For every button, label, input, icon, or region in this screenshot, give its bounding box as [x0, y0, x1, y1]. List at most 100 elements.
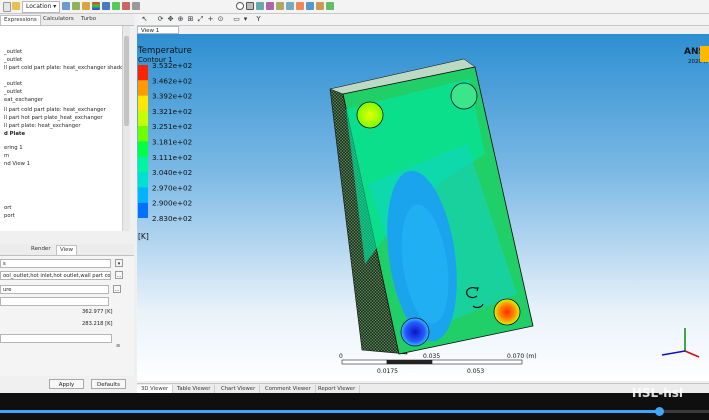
watermark: HSL-hsl	[631, 386, 683, 400]
video-scrubber-knob[interactable]	[655, 407, 665, 416]
open-icon[interactable]	[12, 2, 20, 10]
location-button[interactable]: Location ▾	[22, 1, 61, 13]
streamline-icon[interactable]	[112, 2, 120, 10]
tab-3d-viewer[interactable]: 3D Viewer	[137, 385, 174, 393]
contour-icon[interactable]	[92, 2, 100, 10]
tree-item[interactable]: _outlet	[4, 56, 22, 64]
viewport-canvas: Temperature Contour 1 3.532e+023.462e+02…	[137, 46, 709, 375]
rotate-icon[interactable]: ⟳	[157, 16, 164, 23]
locations-field[interactable]: ool_outlet,hot inlet,hot outlet,wall par…	[0, 271, 111, 280]
tab-report-viewer[interactable]: Report Viewer	[314, 385, 361, 393]
port-top-right	[450, 82, 478, 110]
select-icon[interactable]: ↖	[141, 16, 148, 23]
tree-scrollbar[interactable]	[122, 26, 130, 231]
legend-color-band	[138, 80, 148, 96]
axis-icon[interactable]: Y	[255, 16, 262, 23]
apply-button[interactable]: Apply	[49, 379, 84, 389]
vector-icon[interactable]	[102, 2, 110, 10]
video-progress-fill	[0, 410, 660, 413]
tree-item[interactable]: ll part hot part plate_heat_exchanger	[4, 114, 103, 122]
layout-icon[interactable]: ▭	[233, 16, 240, 23]
tree-item[interactable]: port	[4, 212, 15, 220]
pan-icon[interactable]: ✥	[167, 16, 174, 23]
details-tabs: Render View	[0, 244, 134, 256]
tree-item[interactable]: ort	[4, 204, 12, 212]
isosurface-icon[interactable]	[256, 2, 264, 10]
tree-item[interactable]: _outlet	[4, 48, 22, 56]
details-panel: s ▾ ool_outlet,hot inlet,hot outlet,wall…	[0, 256, 134, 376]
locations-browse-button[interactable]: …	[115, 271, 123, 279]
legend-title: Temperature	[137, 46, 192, 56]
sphere-icon[interactable]	[236, 2, 244, 10]
expression-icon[interactable]	[62, 2, 70, 10]
tab-expressions[interactable]: Expressions	[0, 15, 41, 25]
scroll-thumb[interactable]	[124, 36, 129, 126]
legend-color-band	[138, 156, 148, 173]
chart-icon[interactable]	[296, 2, 304, 10]
range-select[interactable]	[0, 297, 109, 306]
zoom-icon[interactable]: ⊕	[177, 16, 184, 23]
heat-exchanger-model	[329, 58, 534, 355]
defaults-button[interactable]: Defaults	[91, 379, 126, 389]
scale-label-0175: 0.0175	[377, 368, 398, 375]
tab-chart-viewer[interactable]: Chart Viewer	[217, 385, 261, 393]
tree-item[interactable]: _outlet	[4, 80, 22, 88]
tab-turbo[interactable]: Turbo	[78, 15, 99, 24]
3d-viewport[interactable]: Temperature Contour 1 3.532e+02 3.462e+02…	[137, 34, 709, 381]
tab-calculators[interactable]: Calculators	[40, 15, 77, 24]
legend-color-band	[138, 65, 148, 81]
tab-table-viewer[interactable]: Table Viewer	[173, 385, 216, 393]
legend-label: 3.111e+02	[152, 153, 192, 162]
video-progress-bar[interactable]	[0, 407, 709, 416]
fit-view-icon[interactable]: ⤢	[197, 16, 204, 23]
layout-dropdown-icon[interactable]: ▾	[242, 16, 249, 23]
legend-icon[interactable]	[122, 2, 130, 10]
tree-item[interactable]: nd View 1	[4, 160, 30, 168]
domain-select[interactable]: s	[0, 259, 111, 268]
report-icon[interactable]	[316, 2, 324, 10]
scale-label-070: 0.070 (m)	[507, 353, 537, 360]
tab-render[interactable]: Render	[28, 245, 54, 254]
tree-item[interactable]: ll part plate: heat_exchanger	[4, 122, 81, 130]
legend-label: 3.532e+02	[152, 61, 192, 70]
comment-icon[interactable]	[306, 2, 314, 10]
calculator-icon[interactable]	[72, 2, 80, 10]
polyline-icon[interactable]	[266, 2, 274, 10]
camera-icon[interactable]: ⊙	[217, 16, 224, 23]
scale-label-035: 0.035	[423, 353, 440, 360]
scale-bar-segment-3	[431, 359, 523, 365]
tree-item[interactable]: _outlet	[4, 88, 22, 96]
legend-label: 3.321e+02	[152, 107, 192, 116]
legend-label: 2.900e+02	[152, 199, 192, 208]
tree-item[interactable]: ering 1	[4, 144, 23, 152]
viewport-tab[interactable]: View 1	[137, 26, 179, 34]
zoom-in-icon[interactable]: +	[207, 16, 214, 23]
tree-item-selected[interactable]: d Plate	[4, 130, 25, 138]
text-icon[interactable]	[132, 2, 140, 10]
scale-bar: 0 0.035 0.070 (m) 0.0175 0.053	[339, 353, 537, 375]
volume-icon[interactable]	[246, 2, 254, 10]
legend-label: 3.181e+02	[152, 138, 192, 147]
tab-comment-viewer[interactable]: Comment Viewer	[261, 385, 316, 393]
legend-color-band	[138, 95, 148, 111]
tab-view[interactable]: View	[56, 245, 78, 255]
zoom-box-icon[interactable]: ⊞	[187, 16, 194, 23]
clip-field[interactable]	[0, 334, 112, 343]
table-icon[interactable]	[286, 2, 294, 10]
tree-item[interactable]: ll part cold part plate: heat_exchanger …	[4, 64, 122, 72]
tree-item[interactable]: ll part cold part plate: heat_exchanger	[4, 106, 106, 114]
legend-label: 3.392e+02	[152, 92, 192, 101]
menu-icon[interactable]: ≡	[116, 343, 120, 349]
new-file-icon[interactable]	[3, 2, 11, 12]
color-legend: 3.532e+02 3.462e+02 3.392e+02 3.321e+02 3.25…	[138, 61, 192, 223]
variable-options-button[interactable]: …	[113, 285, 121, 293]
clip-plane-icon[interactable]	[82, 2, 90, 10]
surface-icon[interactable]	[276, 2, 284, 10]
domain-dropdown-button[interactable]: ▾	[115, 259, 123, 267]
animation-icon[interactable]	[326, 2, 334, 10]
legend-unit: [K]	[138, 232, 149, 241]
variable-select[interactable]: ure	[0, 285, 109, 294]
tree-item[interactable]: eat_exchanger	[4, 96, 43, 104]
legend-label: 3.040e+02	[152, 168, 192, 177]
tree-item[interactable]: m	[4, 152, 9, 160]
